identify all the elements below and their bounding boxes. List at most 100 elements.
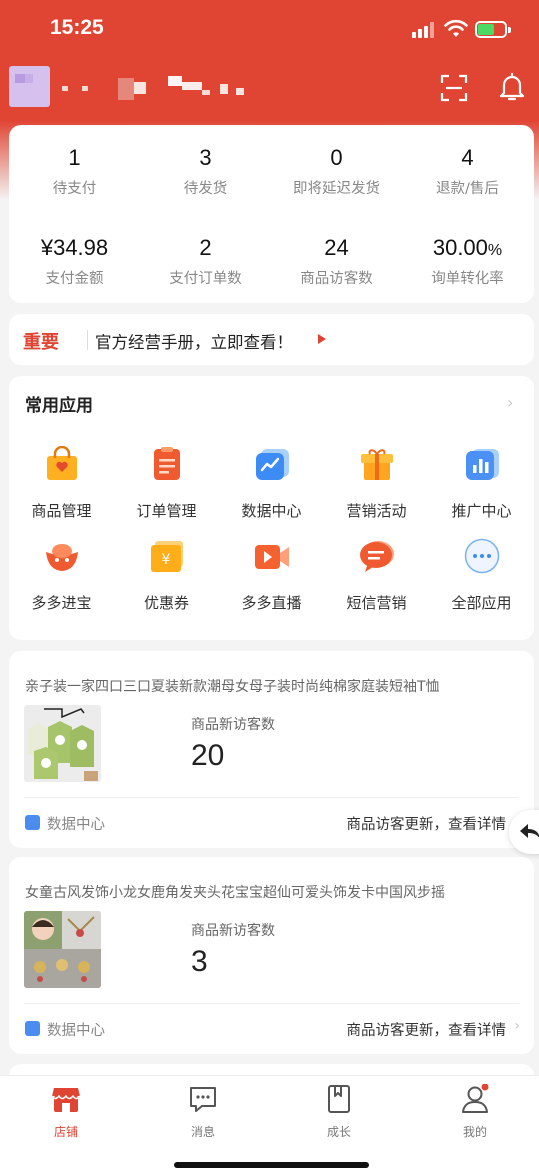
message-icon — [190, 1087, 216, 1112]
tab-profile[interactable]: 我的 — [435, 1083, 515, 1140]
tab-label: 消息 — [190, 1125, 215, 1139]
bell-icon[interactable] — [498, 72, 526, 102]
profile-icon — [462, 1083, 489, 1113]
tab-label: 店铺 — [53, 1125, 78, 1139]
book-icon — [328, 1085, 350, 1113]
app-label: 多多进宝 — [31, 594, 92, 612]
signal-icon — [412, 22, 438, 38]
product-image — [24, 705, 101, 782]
app-label: 多多直播 — [241, 594, 302, 612]
stat-value: 4 — [461, 145, 474, 170]
notice-tag: 重要 — [23, 332, 59, 353]
tab-growth[interactable]: 成长 — [299, 1084, 379, 1140]
product-title: 女童古风发饰小龙女鹿角发夹头花宝宝超仙可爱头饰发卡中国风步摇 — [25, 885, 445, 901]
status-bar: 15:25 — [0, 0, 539, 60]
stat-payment-amount[interactable]: ¥34.98 支付金额 — [9, 235, 140, 288]
data-center-icon — [25, 815, 40, 830]
apps-title: 常用应用 — [25, 396, 93, 416]
view-details-link[interactable]: 商品访客更新，查看详情 — [347, 1019, 507, 1040]
app-all-apps[interactable]: 全部应用 — [429, 538, 534, 613]
live-video-icon — [254, 545, 289, 569]
app-label: 商品管理 — [31, 502, 92, 520]
status-time: 15:25 — [50, 16, 104, 39]
app-data-center[interactable]: 数据中心 — [219, 446, 324, 521]
stat-pending-payment[interactable]: 1 待支付 — [9, 145, 140, 198]
gift-box-icon — [360, 449, 393, 480]
stat-value: 2 — [199, 235, 212, 260]
stat-product-visitors[interactable]: 24 商品访客数 — [271, 235, 402, 288]
stat-label: 退款/售后 — [436, 181, 499, 197]
divider — [24, 797, 519, 798]
stat-value: 3 — [199, 145, 212, 170]
stat-label: 支付订单数 — [169, 271, 242, 287]
stat-label: 待支付 — [52, 181, 97, 197]
notice-text: 官方经营手册，立即查看！ — [95, 333, 293, 352]
app-product-management[interactable]: 商品管理 — [9, 445, 114, 521]
chevron-right-icon: › — [514, 1018, 520, 1034]
order-list-icon — [153, 447, 180, 480]
source-label: 数据中心 — [47, 817, 105, 833]
tab-label: 我的 — [462, 1125, 487, 1139]
metric-value: 20 — [191, 739, 225, 772]
view-details-link[interactable]: 商品访客更新，查看详情 — [347, 813, 507, 834]
notice-divider — [87, 330, 88, 350]
scan-icon[interactable] — [440, 74, 468, 102]
stat-refund[interactable]: 4 退款/售后 — [402, 145, 533, 198]
store-avatar[interactable] — [9, 66, 50, 107]
notice-banner[interactable]: 重要 官方经营手册，立即查看！ — [9, 314, 534, 365]
app-label: 订单管理 — [136, 502, 197, 520]
stat-label: 待发货 — [183, 181, 228, 197]
treasure-icon — [45, 544, 78, 571]
stats-card: 1 待支付 3 待发货 0 即将延迟发货 4 退款/售后 ¥34.98 支付金额… — [9, 125, 534, 303]
app-label: 短信营销 — [346, 594, 407, 612]
product-title: 亲子装一家四口三口夏装新款潮母女母子装时尚纯棉家庭装短袖T恤 — [25, 679, 440, 695]
app-order-management[interactable]: 订单管理 — [114, 446, 219, 521]
battery-icon — [475, 21, 511, 38]
data-center-icon — [25, 1021, 40, 1036]
stat-delay-shipment[interactable]: 0 即将延迟发货 — [271, 145, 402, 198]
stat-pending-shipment[interactable]: 3 待发货 — [140, 145, 271, 198]
metric-label: 商品新访客数 — [191, 923, 275, 939]
stat-paid-orders[interactable]: 2 支付订单数 — [140, 235, 271, 288]
home-indicator — [174, 1162, 369, 1168]
back-arrow-icon — [520, 824, 539, 838]
tab-messages[interactable]: 消息 — [163, 1084, 243, 1140]
data-chart-icon — [255, 449, 289, 480]
play-arrow-icon — [318, 334, 326, 344]
app-sms-marketing[interactable]: 短信营销 — [324, 538, 429, 613]
app-label: 推广中心 — [451, 502, 512, 520]
divider — [24, 1003, 519, 1004]
metric-label: 商品新访客数 — [191, 717, 275, 733]
common-apps-card: 常用应用 › 商品管理 订单管理 数据中心 营销活动 推广中心 多多进宝 ¥ 优… — [9, 376, 534, 640]
app-promotion-center[interactable]: 推广中心 — [429, 446, 534, 521]
app-coupon[interactable]: ¥ 优惠券 — [114, 538, 219, 613]
bottom-tab-bar: 店铺 消息 成长 我的 — [0, 1075, 539, 1173]
tab-store[interactable]: 店铺 — [26, 1084, 106, 1140]
chevron-right-icon[interactable]: › — [507, 393, 513, 412]
source-label: 数据中心 — [47, 1023, 105, 1039]
app-live-stream[interactable]: 多多直播 — [219, 538, 324, 613]
store-icon — [51, 1088, 81, 1112]
stat-inquiry-conversion[interactable]: 30.00% 询单转化率 — [402, 235, 533, 288]
metric-value: 3 — [191, 945, 208, 978]
stat-value: 0 — [330, 145, 343, 170]
store-name-pixelated — [60, 72, 250, 102]
product-card[interactable]: 女童古风发饰小龙女鹿角发夹头花宝宝超仙可爱头饰发卡中国风步摇 商品新访客数 3 … — [9, 857, 534, 1054]
stat-value: 1 — [68, 145, 81, 170]
stat-label: 支付金额 — [45, 271, 104, 287]
app-duoduo-jinbao[interactable]: 多多进宝 — [9, 538, 114, 613]
stat-value: ¥34.98 — [40, 235, 109, 260]
stat-label: 即将延迟发货 — [293, 181, 380, 197]
more-apps-icon — [464, 538, 499, 574]
wifi-icon — [444, 19, 468, 37]
bar-chart-icon — [465, 449, 499, 480]
app-marketing[interactable]: 营销活动 — [324, 446, 429, 521]
stat-label: 询单转化率 — [431, 271, 504, 287]
coupon-icon: ¥ — [150, 541, 183, 572]
stat-value: 30.00% — [432, 235, 503, 260]
stat-value: 24 — [324, 235, 349, 260]
app-label: 营销活动 — [346, 502, 407, 520]
product-card[interactable]: 亲子装一家四口三口夏装新款潮母女母子装时尚纯棉家庭装短袖T恤 商品新访客数 20… — [9, 651, 534, 848]
svg-text:¥: ¥ — [161, 552, 170, 568]
app-label: 优惠券 — [143, 594, 189, 612]
